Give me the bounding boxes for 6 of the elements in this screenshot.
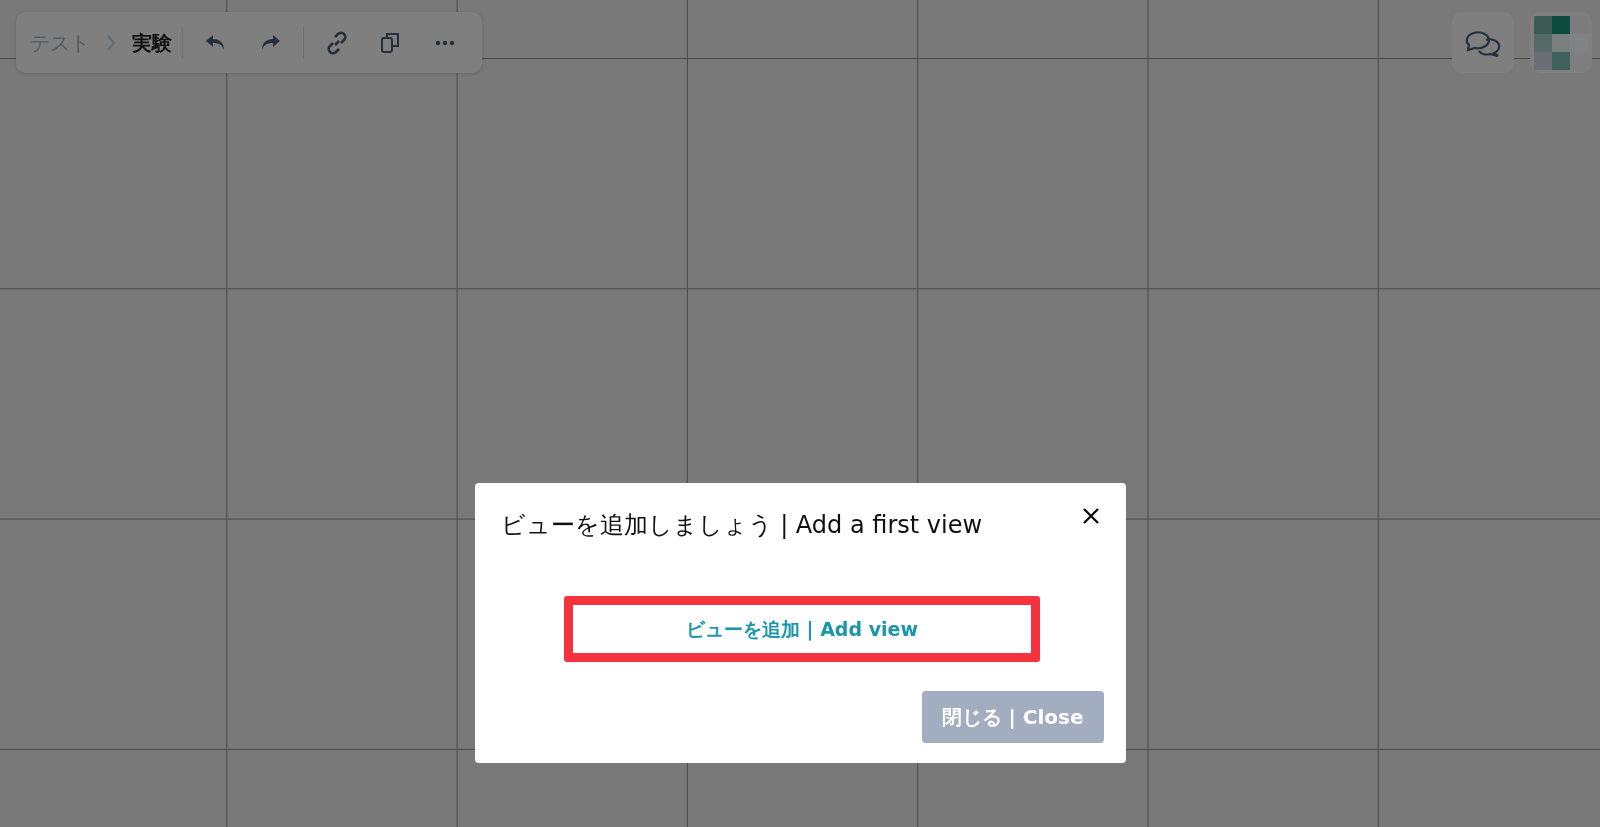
add-view-button[interactable]: ビューを追加 | Add view (564, 595, 1040, 662)
breadcrumb-item[interactable]: 実験 (132, 27, 172, 58)
avatar-icon[interactable] (1530, 12, 1592, 73)
dialog-title: ビューを追加しましょう | Add a first view (500, 511, 983, 540)
chevron-icon (106, 33, 116, 52)
comments-icon[interactable] (1452, 12, 1514, 73)
